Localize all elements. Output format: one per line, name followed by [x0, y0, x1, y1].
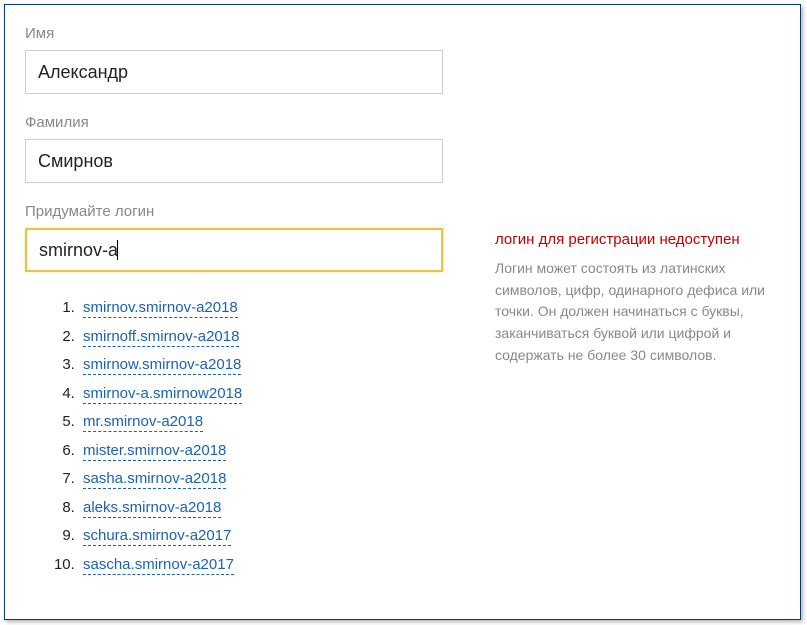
suggestion-link[interactable]: sascha.smirnov-a2017 [83, 556, 234, 575]
first-name-group: Имя [25, 25, 780, 94]
login-group: Придумайте логин smirnov-a [25, 203, 470, 272]
list-item: aleks.smirnov-a2018 [79, 494, 470, 523]
suggestion-link[interactable]: sasha.smirnov-a2018 [83, 470, 226, 489]
last-name-group: Фамилия [25, 114, 780, 183]
suggestion-link[interactable]: smirnoff.smirnov-a2018 [83, 328, 239, 347]
suggestion-link[interactable]: smirnov.smirnov-a2018 [83, 299, 238, 318]
login-hint-text: Логин может состоять из латинских символ… [495, 258, 780, 366]
list-item: schura.smirnov-a2017 [79, 522, 470, 551]
suggestion-link[interactable]: smirnov-a.smirnow2018 [83, 385, 242, 404]
login-label: Придумайте логин [25, 203, 470, 220]
login-section: Придумайте логин smirnov-a smirnov.smirn… [25, 203, 780, 579]
list-item: sascha.smirnov-a2017 [79, 551, 470, 580]
suggestion-link[interactable]: smirnow.smirnov-a2018 [83, 356, 241, 375]
first-name-label: Имя [25, 25, 780, 42]
login-suggestions: smirnov.smirnov-a2018 smirnoff.smirnov-a… [25, 294, 470, 579]
login-input[interactable]: smirnov-a [25, 228, 443, 272]
login-left-column: Придумайте логин smirnov-a smirnov.smirn… [25, 203, 470, 579]
list-item: mr.smirnov-a2018 [79, 408, 470, 437]
login-error-title: логин для регистрации недоступен [495, 231, 780, 248]
last-name-input[interactable] [25, 139, 443, 183]
list-item: smirnov.smirnov-a2018 [79, 294, 470, 323]
suggestion-link[interactable]: mister.smirnov-a2018 [83, 442, 226, 461]
registration-form: Имя Фамилия Придумайте логин smirnov-a s… [4, 4, 801, 620]
login-right-column: логин для регистрации недоступен Логин м… [470, 203, 780, 366]
suggestions-list: smirnov.smirnov-a2018 smirnoff.smirnov-a… [61, 294, 470, 579]
login-input-value: smirnov-a [39, 240, 118, 261]
last-name-label: Фамилия [25, 114, 780, 131]
list-item: smirnov-a.smirnow2018 [79, 380, 470, 409]
suggestion-link[interactable]: schura.smirnov-a2017 [83, 527, 231, 546]
suggestion-link[interactable]: aleks.smirnov-a2018 [83, 499, 221, 518]
first-name-input[interactable] [25, 50, 443, 94]
list-item: smirnoff.smirnov-a2018 [79, 323, 470, 352]
text-caret [117, 240, 118, 260]
suggestion-link[interactable]: mr.smirnov-a2018 [83, 413, 203, 432]
list-item: mister.smirnov-a2018 [79, 437, 470, 466]
list-item: smirnow.smirnov-a2018 [79, 351, 470, 380]
list-item: sasha.smirnov-a2018 [79, 465, 470, 494]
